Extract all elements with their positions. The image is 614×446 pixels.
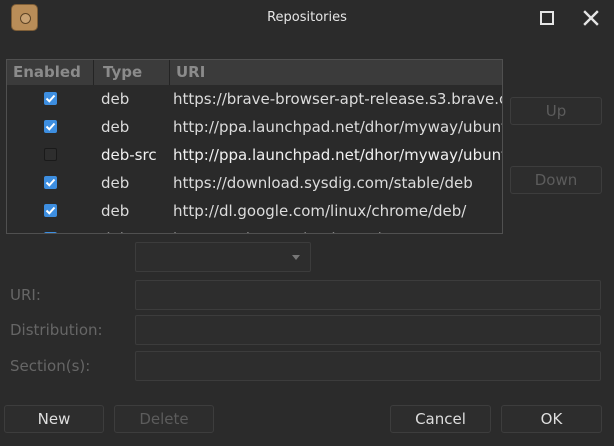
type-cell: deb (101, 174, 130, 192)
uri-cell: http://dl.google.com/linux/chrome/deb/ (173, 202, 467, 220)
enabled-checkbox[interactable] (44, 232, 57, 233)
uri-cell: http://packages.cloud.google.com/apt (173, 230, 458, 233)
uri-field[interactable] (135, 280, 601, 310)
enabled-checkbox[interactable] (44, 176, 57, 189)
table-row[interactable]: deb http://dl.google.com/linux/chrome/deb… (7, 198, 502, 226)
close-icon[interactable] (582, 9, 600, 27)
distribution-label: Distribution: (10, 321, 103, 339)
chevron-down-icon (292, 255, 300, 260)
uri-cell: http://ppa.launchpad.net/dhor/myway/ubun… (173, 146, 503, 164)
table-row[interactable]: deb http://ppa.launchpad.net/dhor/myway/u… (7, 114, 502, 142)
column-header-uri[interactable]: URI (176, 63, 205, 81)
cancel-button[interactable]: Cancel (390, 405, 491, 433)
enabled-checkbox[interactable] (44, 204, 57, 217)
table-row[interactable]: deb-src http://ppa.launchpad.net/dhor/myw… (7, 142, 502, 170)
column-header-type[interactable]: Type (103, 63, 142, 81)
uri-label: URI: (10, 286, 41, 304)
type-cell: deb (101, 118, 130, 136)
table-row[interactable]: deb http://packages.cloud.google.com/apt (7, 226, 502, 233)
delete-button[interactable]: Delete (114, 405, 214, 433)
new-button[interactable]: New (4, 405, 104, 433)
table-header: Enabled Type URI (7, 60, 502, 85)
repository-table[interactable]: Enabled Type URI deb https://brave-browse… (6, 59, 503, 234)
uri-cell: https://brave-browser-apt-release.s3.bra… (173, 90, 503, 108)
down-button[interactable]: Down (510, 166, 602, 194)
title-bar: Repositories (0, 0, 614, 36)
ok-button[interactable]: OK (501, 405, 602, 433)
type-cell: deb (101, 202, 130, 220)
sections-field[interactable] (135, 351, 601, 381)
column-header-enabled[interactable]: Enabled (13, 63, 81, 81)
uri-cell: http://ppa.launchpad.net/dhor/myway/ubun… (173, 118, 503, 136)
type-cell: deb (101, 230, 129, 233)
type-cell: deb (101, 90, 130, 108)
enabled-checkbox[interactable] (44, 148, 57, 161)
up-button[interactable]: Up (510, 97, 602, 125)
maximize-icon[interactable] (538, 9, 556, 27)
window-title: Repositories (267, 10, 347, 25)
type-combobox[interactable] (135, 242, 311, 272)
enabled-checkbox[interactable] (44, 120, 57, 133)
table-row[interactable]: deb https://brave-browser-apt-release.s3.… (7, 86, 502, 114)
table-row[interactable]: deb https://download.sysdig.com/stable/de… (7, 170, 502, 198)
uri-cell: https://download.sysdig.com/stable/deb (173, 174, 473, 192)
distribution-field[interactable] (135, 315, 601, 345)
sections-label: Section(s): (10, 357, 91, 375)
type-cell: deb-src (101, 146, 157, 164)
enabled-checkbox[interactable] (44, 92, 57, 105)
